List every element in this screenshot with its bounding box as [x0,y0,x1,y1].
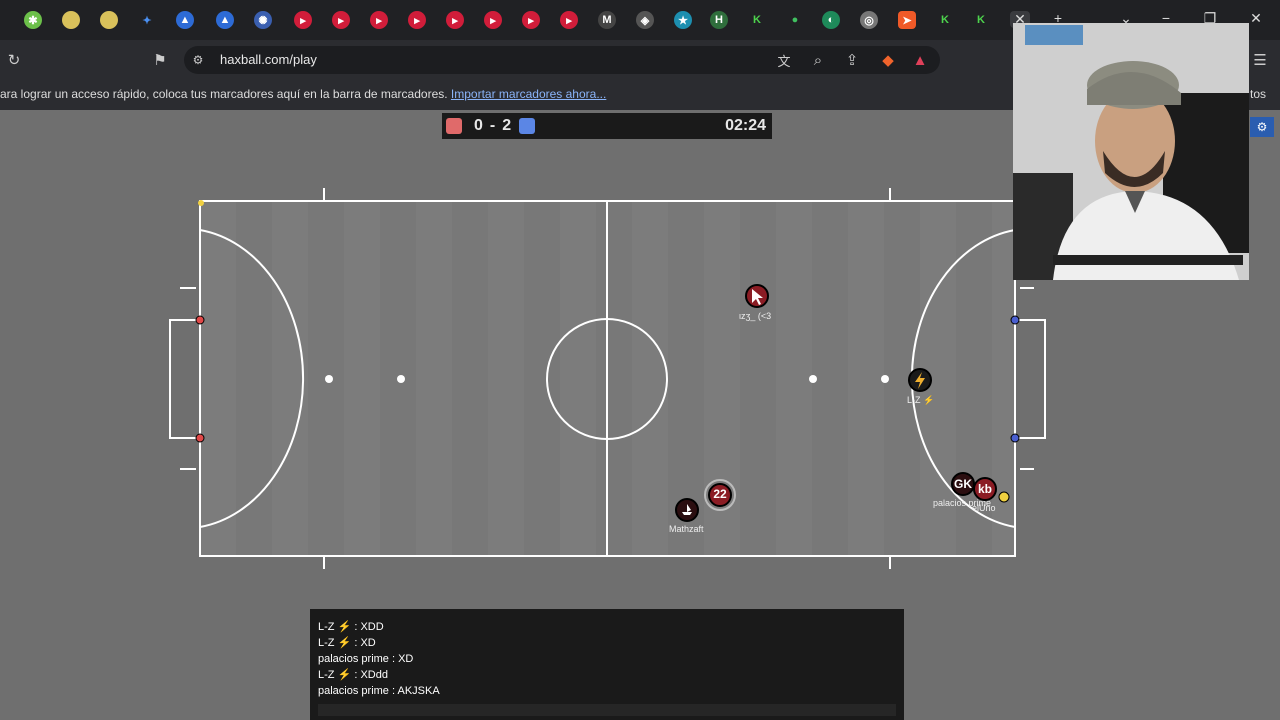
settings-gear-icon[interactable]: ⚙ [1250,117,1274,137]
player-disc [745,284,769,308]
chat-panel: L-Z ⚡ : XDD L-Z ⚡ : XD palacios prime : … [310,609,904,720]
chat-message: L-Z ⚡ : XD [318,637,376,649]
blue-goal-post [1010,433,1020,443]
ball [998,491,1010,503]
blue-goal-post [1010,315,1020,325]
red-score: 0 [474,117,483,134]
player-name: elUno [972,503,996,513]
player-name: ιzʒ_ (<3 [739,311,772,321]
chat-input[interactable] [318,704,896,716]
red-goal-post [195,315,205,325]
player-number: kb [977,482,992,496]
scoreboard: 0 - 2 02:24 [442,113,772,139]
player-name: Mathzaft [669,524,704,534]
chat-message: palacios prime : XD [318,653,414,665]
streamer-image [1013,23,1249,280]
match-timer: 02:24 [725,117,766,134]
player-name: L-Z ⚡ [907,395,935,405]
red-goal-post [195,433,205,443]
chat-message: palacios prime : AKJSKA [318,685,440,697]
blue-score: 2 [502,117,512,134]
chat-message: L-Z ⚡ : XDD [318,621,384,633]
webcam-overlay [1013,23,1249,280]
player-number: 22 [713,487,727,501]
player-disc [675,498,699,522]
player-disc [908,368,932,392]
blue-team-badge [519,118,536,134]
red-team-badge [446,118,462,134]
corner-marker [198,200,204,206]
chat-message: L-Z ⚡ : XDdd [318,669,388,681]
player-number: GK [954,477,972,491]
score-separator: - [489,117,496,134]
